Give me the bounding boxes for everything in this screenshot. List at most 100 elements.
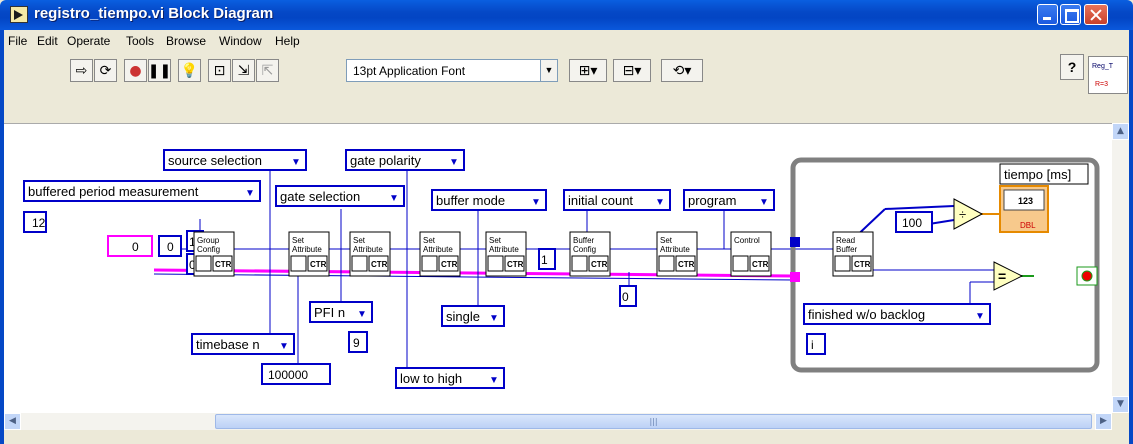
subvi-label: Attribute (353, 245, 383, 254)
scroll-thumb[interactable]: ||| (215, 414, 1092, 429)
subvi-node-group-config[interactable]: GroupConfig CTR (193, 231, 235, 277)
chevron-down-icon[interactable]: ▼ (279, 341, 289, 352)
chevron-down-icon[interactable]: ▼ (489, 313, 499, 324)
menu-help[interactable]: Help (275, 34, 300, 48)
ring-constant-label: source selection (168, 153, 262, 168)
stop-icon[interactable] (1081, 270, 1093, 282)
subvi-node-set-attribute[interactable]: SetAttribute CTR (656, 231, 698, 277)
numeric-constant-value: 0 (132, 240, 139, 254)
subvi-node-set-attribute[interactable]: SetAttribute CTR (485, 231, 527, 277)
close-button[interactable] (1084, 4, 1108, 25)
step-out-icon[interactable]: ⇱ (256, 59, 279, 82)
numeric-constant-n0b[interactable]: 0 (158, 235, 182, 257)
subvi-label: Group (197, 236, 220, 245)
reorder-icon[interactable]: ⟲▾ (661, 59, 703, 82)
ring-constant-pfi[interactable]: PFI n ▼ (309, 301, 373, 323)
subvi-node-buffer-config[interactable]: BufferConfig CTR (569, 231, 611, 277)
subvi-node-set-attribute[interactable]: SetAttribute CTR (349, 231, 391, 277)
labview-app-icon[interactable] (10, 6, 28, 23)
block-diagram[interactable]: buffered period measurement ▼ source selec… (4, 123, 1112, 413)
ring-constant-tiempo[interactable]: tiempo [ms] (999, 163, 1089, 185)
ring-constant-label: tiempo [ms] (1004, 167, 1071, 182)
ring-constant-initial-count[interactable]: initial count ▼ (563, 189, 671, 211)
ctr-label: CTR (854, 260, 871, 269)
menu-bar: File Edit Operate Tools Browse Window He… (4, 30, 1074, 50)
highlight-execution-icon[interactable]: 💡 (178, 59, 201, 82)
numeric-constant-i_label[interactable]: i (806, 333, 826, 355)
ring-constant-source-selection[interactable]: source selection ▼ (163, 149, 307, 171)
minimize-button[interactable] (1037, 4, 1058, 25)
font-select[interactable]: 13pt Application Font ▼ (346, 59, 558, 82)
subvi-label: Attribute (423, 245, 453, 254)
ring-constant-timebase[interactable]: timebase n ▼ (191, 333, 295, 355)
equal-node[interactable]: = (993, 261, 1024, 291)
run-arrow-icon[interactable]: ⇨ (70, 59, 93, 82)
subvi-label: Attribute (660, 245, 690, 254)
subvi-node-set-attribute[interactable]: SetAttribute CTR (419, 231, 461, 277)
font-select-value: 13pt Application Font (353, 64, 466, 78)
maximize-button[interactable] (1060, 4, 1081, 25)
chevron-down-icon[interactable]: ▼ (759, 197, 769, 208)
ring-constant-single[interactable]: single ▼ (441, 305, 505, 327)
numeric-constant-n12[interactable]: 12 (23, 211, 47, 233)
horizontal-scrollbar[interactable]: ◀ ||| ▶ (4, 413, 1112, 430)
chevron-down-icon[interactable]: ▼ (655, 197, 665, 208)
computer-icon (834, 255, 851, 272)
chevron-down-icon[interactable]: ▼ (389, 193, 399, 204)
equal-icon: = (998, 268, 1006, 284)
abort-icon[interactable]: ● (124, 59, 147, 82)
ring-constant-gate-selection[interactable]: gate selection ▼ (275, 185, 405, 207)
retain-wire-values-icon[interactable]: ⊡ (208, 59, 231, 82)
scroll-down-icon[interactable]: ▼ (1112, 396, 1129, 413)
divide-node[interactable]: ÷ (953, 198, 984, 230)
numeric-constant-n100[interactable]: 100 (895, 211, 933, 233)
vertical-scrollbar[interactable]: ▲ ▼ (1112, 123, 1129, 413)
subvi-node-read-buffer[interactable]: ReadBuffer CTR (832, 231, 874, 277)
chevron-down-icon[interactable]: ▼ (245, 188, 255, 199)
ring-constant-finished[interactable]: finished w/o backlog ▼ (803, 303, 991, 325)
subvi-node-set-attribute[interactable]: SetAttribute CTR (288, 231, 330, 277)
numeric-constant-n1b[interactable]: 1 (538, 248, 556, 270)
chevron-down-icon[interactable]: ▼ (531, 197, 541, 208)
ring-constant-low-to-high[interactable]: low to high ▼ (395, 367, 505, 389)
numeric-constant-n9[interactable]: 9 (348, 331, 368, 353)
run-continuously-icon[interactable]: ⟳ (94, 59, 117, 82)
menu-window[interactable]: Window (219, 34, 262, 48)
align-objects-icon[interactable]: ⊞▾ (569, 59, 607, 82)
chevron-down-icon[interactable]: ▼ (489, 375, 499, 386)
chevron-down-icon[interactable]: ▼ (540, 60, 557, 81)
numeric-constant-n0a[interactable]: 0 (107, 235, 153, 257)
vi-icon[interactable]: Reg_T R=3 (1088, 56, 1128, 94)
numeric-constant-n100000[interactable]: 100000 (261, 363, 331, 385)
subvi-label: Set (489, 236, 502, 245)
subvi-node-control[interactable]: Control CTR (730, 231, 772, 277)
menu-tools[interactable]: Tools (126, 34, 154, 48)
pause-icon[interactable]: ❚❚ (148, 59, 171, 82)
menu-operate[interactable]: Operate (67, 34, 110, 48)
scroll-right-icon[interactable]: ▶ (1095, 413, 1112, 430)
ring-constant-gate-polarity[interactable]: gate polarity ▼ (345, 149, 465, 171)
scroll-left-icon[interactable]: ◀ (4, 413, 21, 430)
chevron-down-icon[interactable]: ▼ (975, 311, 985, 322)
chevron-down-icon[interactable]: ▼ (449, 157, 459, 168)
ctr-label: CTR (310, 260, 327, 269)
ring-constant-buffer-mode[interactable]: buffer mode ▼ (431, 189, 547, 211)
distribute-objects-icon[interactable]: ⊟▾ (613, 59, 651, 82)
menu-browse[interactable]: Browse (166, 34, 206, 48)
chevron-down-icon[interactable]: ▼ (357, 309, 367, 320)
tiempo-indicator[interactable]: 123 DBL (999, 185, 1049, 233)
menu-file[interactable]: File (8, 34, 27, 48)
menu-edit[interactable]: Edit (37, 34, 58, 48)
diagram-svg[interactable]: buffered period measurement ▼ source selec… (4, 124, 1112, 414)
help-button[interactable]: ? (1060, 54, 1084, 80)
ctr-label: CTR (215, 260, 232, 269)
numeric-constant-value: i (811, 338, 814, 352)
step-into-icon[interactable]: ⇲ (232, 59, 255, 82)
chevron-down-icon[interactable]: ▼ (291, 157, 301, 168)
subvi-label: Config (573, 245, 596, 254)
ring-constant-buffered-period[interactable]: buffered period measurement ▼ (23, 180, 261, 202)
title-bar[interactable]: registro_tiempo.vi Block Diagram (0, 0, 1133, 30)
numeric-constant-n0d[interactable]: 0 (619, 285, 637, 307)
scroll-up-icon[interactable]: ▲ (1112, 123, 1129, 140)
ring-constant-program[interactable]: program ▼ (683, 189, 775, 211)
